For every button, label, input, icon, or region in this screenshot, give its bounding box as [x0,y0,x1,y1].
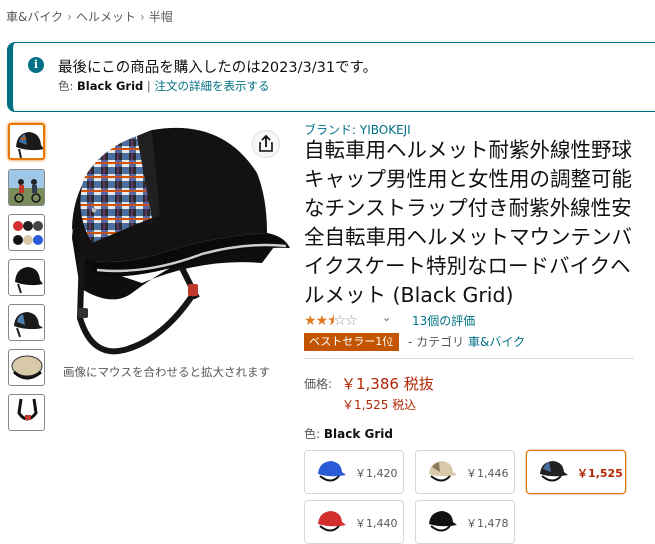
price-with-tax: ￥1,525 税込 [342,398,417,412]
price-main: ￥1,386 税抜 [341,375,434,393]
star-full-icon: ★ [304,313,317,329]
share-icon [259,134,273,152]
breadcrumb: 車&バイク › ヘルメット › 半帽 [6,8,173,25]
thumbnail-color-variants[interactable] [8,214,45,251]
notice-message: 最後にこの商品を購入したのは2023/3/31です。 [58,60,378,76]
zoom-hint: 画像にマウスを合わせると拡大されます [63,365,270,379]
color-label-prefix: 色: [304,427,321,441]
blue-helmet-icon [318,461,346,482]
helmet-thumb-image [16,132,43,158]
notice-separator: | [146,79,151,93]
divider [304,358,634,359]
black-grid-helmet-icon [540,461,568,482]
color-swatch-beige[interactable]: ￥1,446 [415,450,515,494]
purchase-notice-banner [7,42,655,112]
thumbnail-black-helmet[interactable] [8,259,45,296]
bestseller-badge-notch [386,333,392,351]
swatch-price: ￥1,420 [355,467,398,480]
thumbnail-cyclists-photo[interactable] [8,169,45,206]
order-details-link[interactable]: 注文の詳細を表示する [154,79,269,93]
price-label: 価格: [304,377,333,391]
bestseller-badge[interactable]: ベストセラー1位 [304,333,400,351]
red-helmet-icon [318,511,346,532]
beige-helmet-icon [429,461,457,482]
breadcrumb-item[interactable]: 半帽 [149,10,173,24]
notice-color-prefix: 色: [58,79,74,93]
swatch-price: ￥1,440 [355,517,398,530]
bestseller-category: - カテゴリ 車&バイク [408,333,525,350]
star-empty-icon: ☆ [333,313,347,329]
chevron-right-icon: › [67,10,72,24]
breadcrumb-item[interactable]: ヘルメット [76,10,136,24]
swatch-price: ￥1,446 [466,467,509,480]
black-helmet-thumb-image [15,267,43,294]
selected-color-name: Black Grid [323,427,393,441]
cyclists-thumb-image [9,170,44,205]
thumbnail-black-grid-helmet[interactable] [8,123,45,160]
swatch-price: ￥1,525 [577,467,623,480]
color-label: 色: Black Grid [304,425,393,442]
variants-thumb-image [13,221,43,245]
breadcrumb-item[interactable]: 車&バイク [6,10,63,24]
notice-details: 色: Black Grid | 注文の詳細を表示する [58,78,269,94]
chevron-right-icon: › [139,10,145,24]
color-swatch-blue[interactable]: ￥1,420 [304,450,404,494]
category-link[interactable]: 車&バイク [468,335,525,349]
visor-thumb-image [11,355,43,380]
product-title: 自転車用ヘルメット耐紫外線性野球キャップ男性用と女性用の調整可能なチンストラップ… [304,138,632,307]
grid-helmet-side-thumb-image [14,312,43,338]
star-empty-icon: ☆ [345,313,358,329]
category-prefix: - カテゴリ [408,335,465,349]
color-swatch-red[interactable]: ￥1,440 [304,500,404,544]
strap-thumb-image [17,398,38,421]
thumbnail-visor-closeup[interactable] [8,349,45,386]
color-swatch-black[interactable]: ￥1,478 [415,500,515,544]
rating-count-link[interactable]: 13個の評価 [412,312,475,329]
share-button[interactable] [252,130,280,158]
black-helmet-icon [429,511,457,532]
color-swatch-black-grid-selected[interactable]: ￥1,525 [526,450,626,494]
notice-color-value: Black Grid [77,79,144,93]
star-rating[interactable]: ★★⯨☆☆ [304,310,358,334]
swatch-price: ￥1,478 [466,517,509,530]
info-icon: i [28,57,44,73]
thumbnail-strap-detail[interactable] [8,394,45,431]
star-full-icon: ★ [315,313,329,329]
chevron-down-icon[interactable]: ⌄ [382,311,391,324]
thumbnail-grid-helmet-side[interactable] [8,304,45,341]
